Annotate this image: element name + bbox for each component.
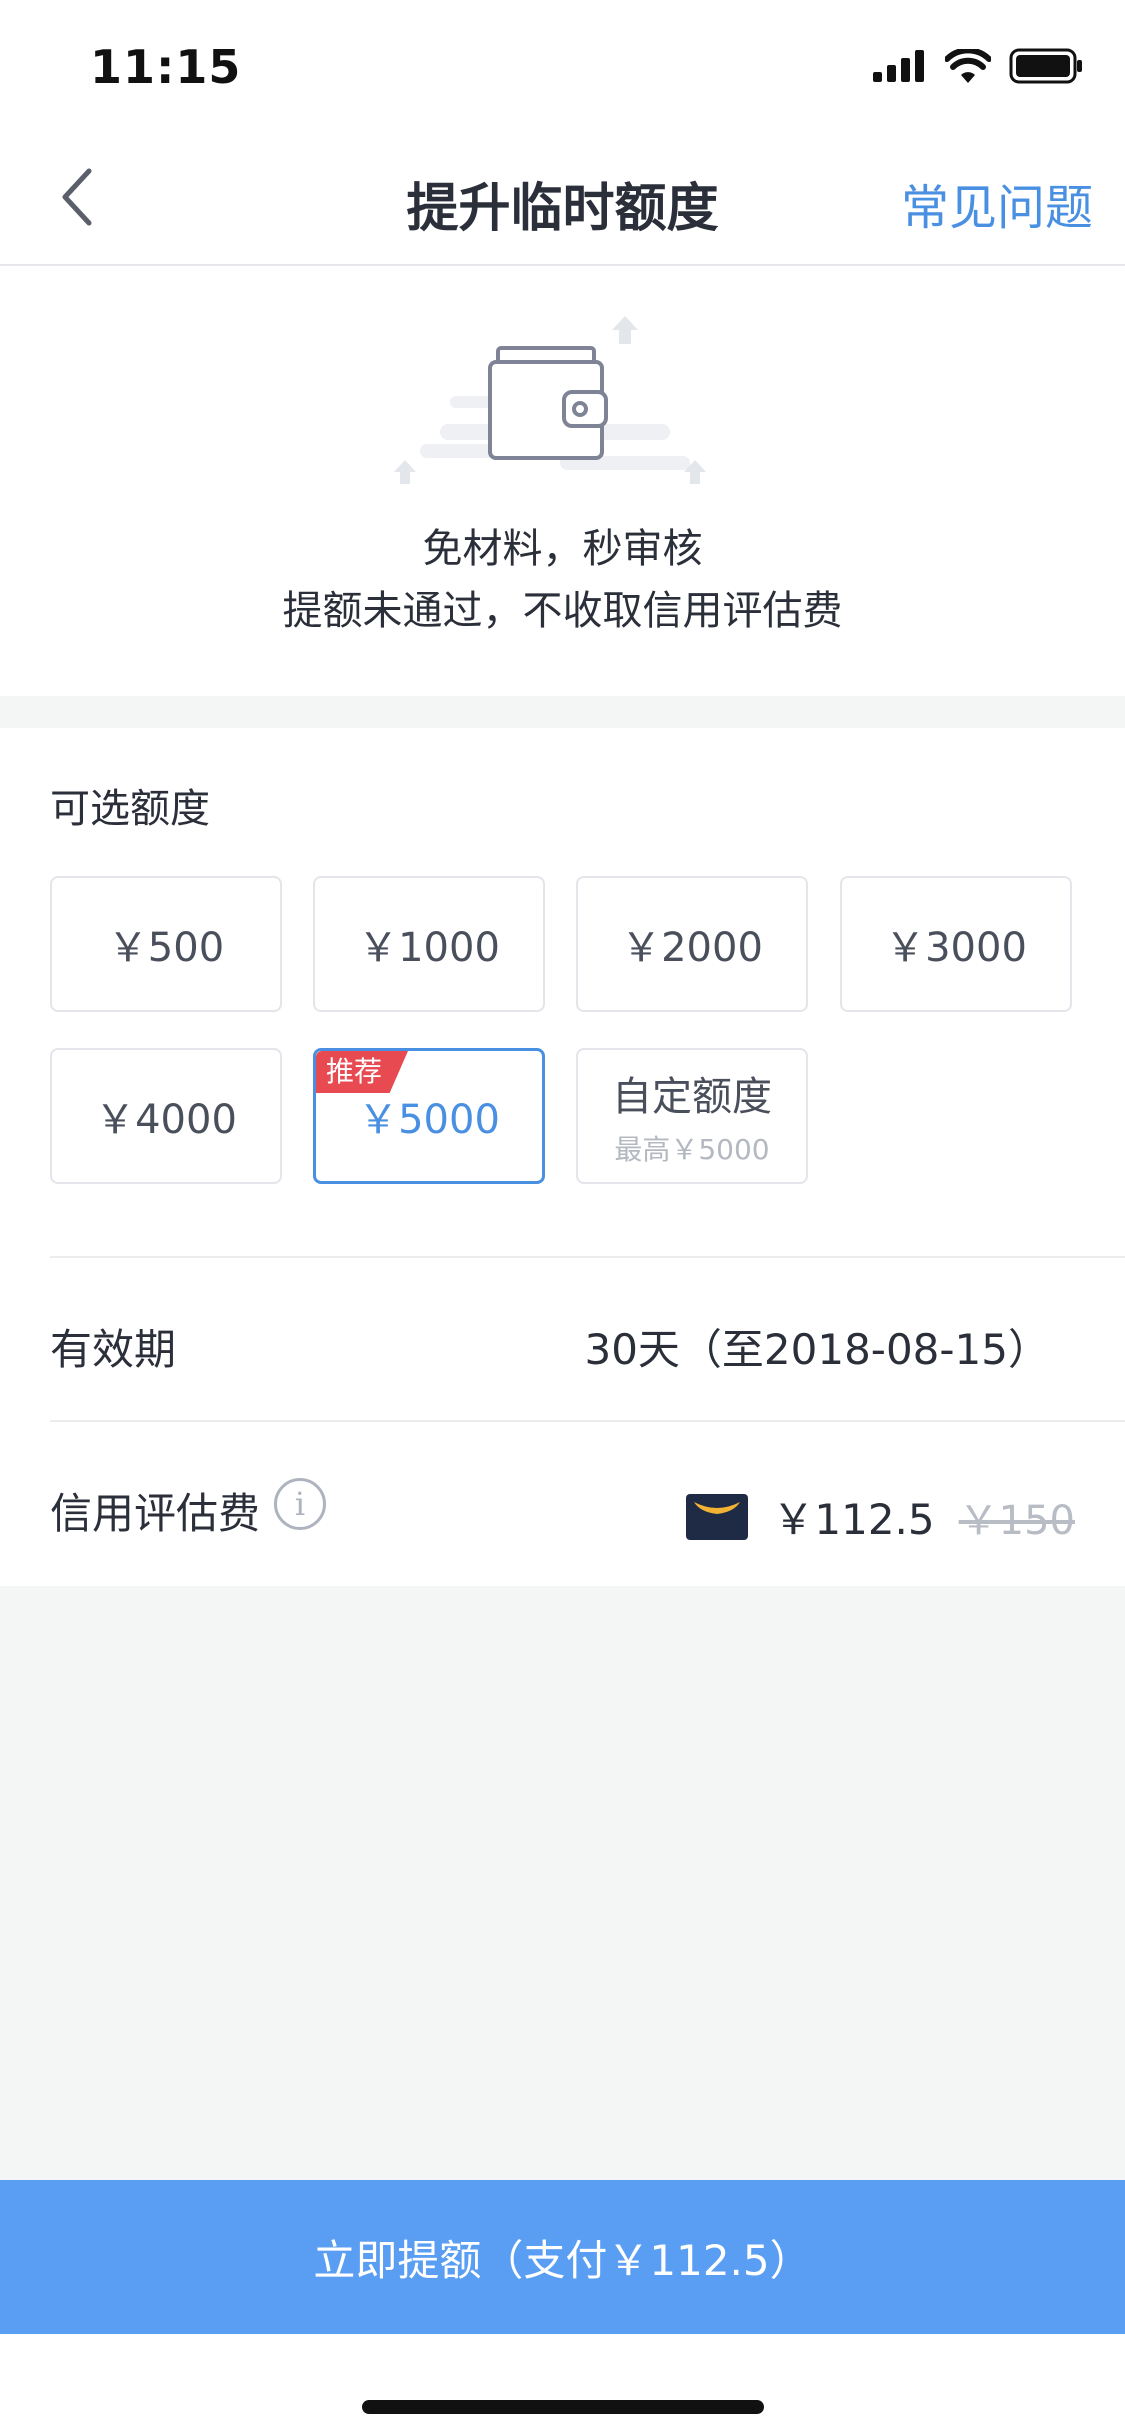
options-title: 可选额度	[50, 786, 210, 832]
amount-option-500[interactable]: ￥500	[50, 876, 282, 1012]
amount-option-5000[interactable]: 推荐 ￥5000	[313, 1048, 545, 1184]
hero-subline: 提额未通过，不收取信用评估费	[282, 588, 843, 634]
divider	[50, 1256, 1125, 1258]
amount-option-label: ￥2000	[621, 925, 763, 971]
hero-headline: 免材料，秒审核	[422, 526, 703, 572]
battery-icon	[1009, 48, 1082, 84]
home-indicator-area	[0, 2334, 1125, 2436]
back-button[interactable]	[42, 162, 112, 232]
hero-section: 免材料，秒审核 提额未通过，不收取信用评估费	[0, 266, 1125, 696]
signal-icon	[873, 50, 924, 82]
info-icon[interactable]: i	[274, 1478, 326, 1530]
amount-option-label: ￥500	[107, 925, 225, 971]
fee-label: 信用评估费	[50, 1489, 261, 1538]
amount-option-label: ￥1000	[358, 925, 500, 971]
navigation-bar: 提升临时额度 常见问题	[0, 132, 1125, 266]
validity-value: 30天（至2018-08-15）	[584, 1325, 1050, 1374]
fee-value-group: ￥112.5 ￥150	[686, 1486, 1075, 1547]
status-icons	[873, 48, 1083, 84]
faq-link[interactable]: 常见问题	[901, 168, 1093, 238]
custom-amount-limit: 最高￥5000	[614, 1133, 770, 1166]
validity-label: 有效期	[50, 1325, 177, 1374]
options-panel: 可选额度 ￥500 ￥1000 ￥2000 ￥3000 ￥4000 推荐 ￥50…	[0, 728, 1125, 1586]
chevron-left-icon	[62, 168, 92, 226]
status-time: 11:15	[90, 40, 242, 94]
divider	[50, 1420, 1125, 1422]
fee-price: ￥112.5	[772, 1495, 935, 1544]
amount-option-label: ￥5000	[358, 1097, 500, 1143]
amount-option-2000[interactable]: ￥2000	[576, 876, 808, 1012]
membership-card-icon	[686, 1493, 749, 1540]
amount-option-4000[interactable]: ￥4000	[50, 1048, 282, 1184]
amount-option-label: 自定额度	[612, 1074, 772, 1120]
amount-option-custom[interactable]: 自定额度 最高￥5000	[576, 1048, 808, 1184]
raise-limit-button[interactable]: 立即提额（支付￥112.5）	[0, 2180, 1125, 2334]
status-bar: 11:15	[0, 0, 1125, 132]
wifi-icon	[945, 49, 991, 83]
wallet-illustration	[394, 316, 706, 484]
amount-option-1000[interactable]: ￥1000	[313, 876, 545, 1012]
home-indicator[interactable]	[362, 2400, 764, 2414]
fee-original-price: ￥150	[958, 1497, 1075, 1544]
amount-option-3000[interactable]: ￥3000	[840, 876, 1072, 1012]
amount-option-label: ￥3000	[885, 925, 1027, 971]
amount-option-label: ￥4000	[95, 1097, 237, 1143]
